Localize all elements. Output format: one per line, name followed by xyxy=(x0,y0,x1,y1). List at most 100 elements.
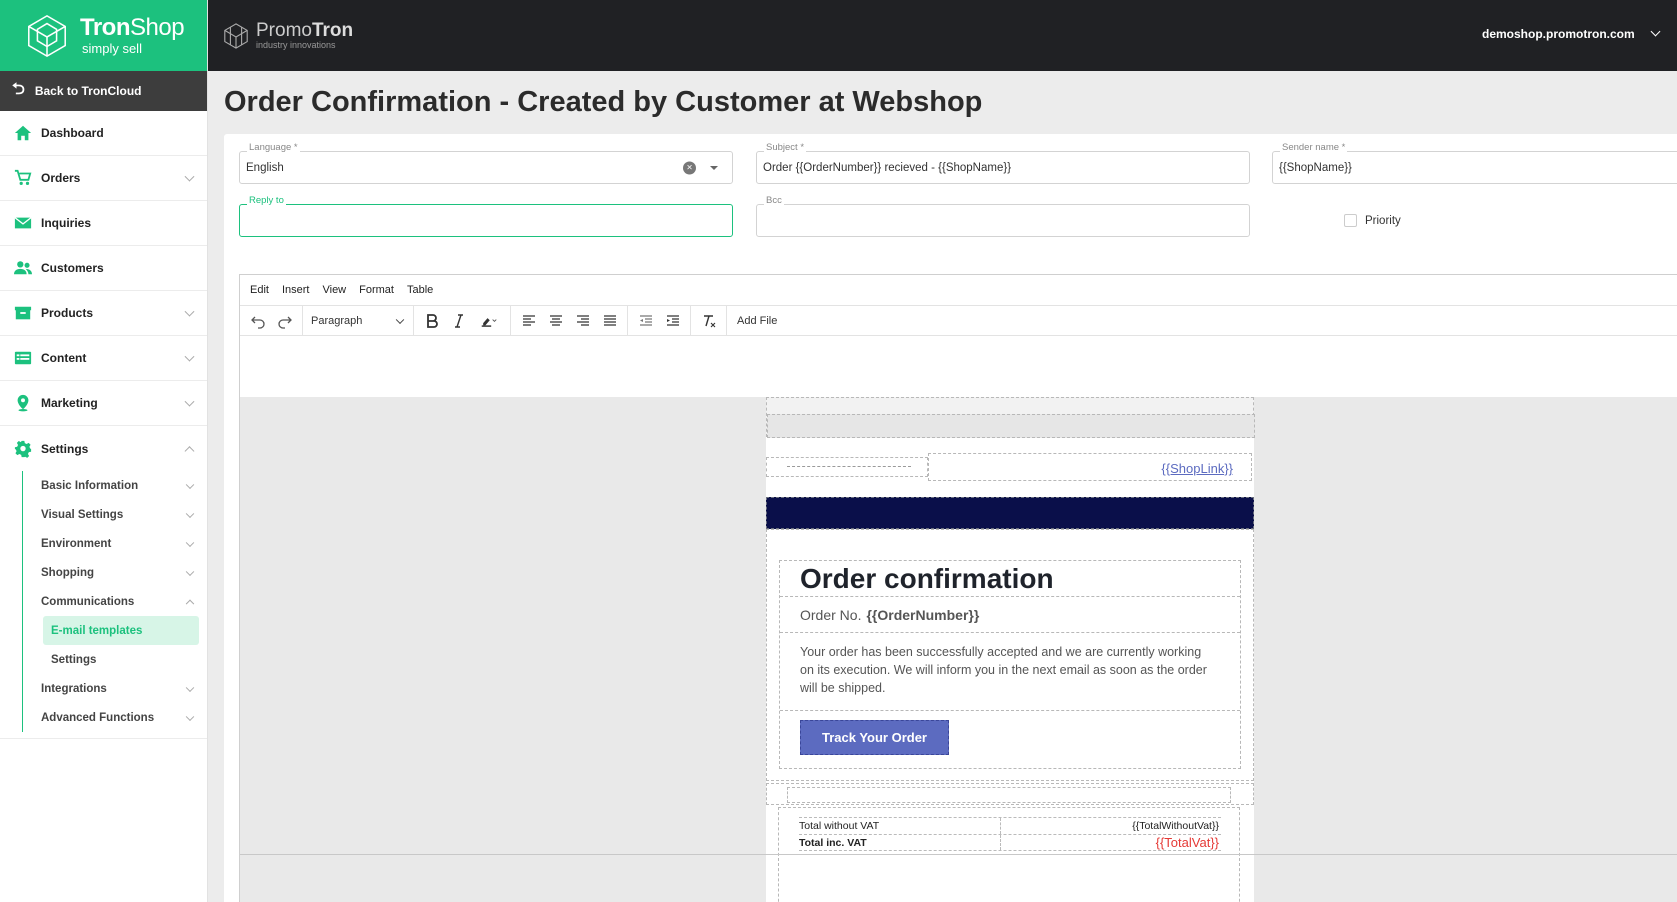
promotron-name-light: Promo xyxy=(256,20,312,41)
domain-label: demoshop.promotron.com xyxy=(1481,27,1635,41)
chevron-down-icon xyxy=(184,306,195,317)
email-logo-cell xyxy=(766,457,928,477)
subject-label: Subject * xyxy=(764,142,807,153)
chevron-down-icon xyxy=(395,315,405,324)
box-icon xyxy=(13,303,33,323)
sidebar: TronShop simply sell ⮌ Back to TronCloud… xyxy=(0,0,208,902)
subject-field[interactable]: Order {{OrderNumber}} recieved - {{ShopN… xyxy=(756,142,1250,184)
promotron-cube-icon xyxy=(224,22,248,49)
align-right-icon[interactable] xyxy=(569,309,596,333)
envelope-icon xyxy=(13,213,33,233)
sidebar-item-customers[interactable]: Customers xyxy=(0,246,207,291)
sidebar-subitem-integrations[interactable]: Integrations xyxy=(23,674,207,703)
sidebar-item-products[interactable]: Products xyxy=(0,291,207,336)
reply-to-label: Reply to xyxy=(247,195,286,206)
sidebar-item-settings[interactable]: Settings xyxy=(0,426,207,471)
sidebar-subitem-shopping[interactable]: Shopping xyxy=(23,558,207,587)
menu-table[interactable]: Table xyxy=(407,284,433,296)
sidebar-item-dashboard[interactable]: Dashboard xyxy=(0,111,207,156)
chevron-down-icon xyxy=(184,396,195,407)
back-to-troncloud-button[interactable]: ⮌ Back to TronCloud xyxy=(0,71,207,111)
sidebar-item-content[interactable]: Content xyxy=(0,336,207,381)
priority-label: Priority xyxy=(1365,214,1401,227)
block-format-select[interactable]: Paragraph xyxy=(307,309,409,333)
undo-icon[interactable] xyxy=(244,309,271,333)
email-heading: Order confirmation xyxy=(800,562,1054,594)
sidebar-subitem-communication-settings[interactable]: Settings xyxy=(43,645,207,674)
priority-checkbox[interactable]: Priority xyxy=(1344,214,1401,227)
settings-section: Settings Basic Information Visual Settin… xyxy=(0,426,207,739)
chevron-down-icon xyxy=(184,351,195,362)
menu-view[interactable]: View xyxy=(322,284,346,296)
redo-icon[interactable] xyxy=(271,309,298,333)
gear-icon xyxy=(13,439,33,459)
totals-row: Total inc. VAT {{TotalVat}} xyxy=(799,834,1221,851)
shop-link[interactable]: {{ShopLink}} xyxy=(1161,461,1233,476)
email-content-table: Order confirmation Order No. {{OrderNumb… xyxy=(779,560,1241,769)
subject-value: Order {{OrderNumber}} recieved - {{ShopN… xyxy=(763,161,1012,174)
editor-toolbar: Paragraph Add File xyxy=(240,306,1677,336)
bold-icon[interactable] xyxy=(418,309,445,333)
clear-formatting-icon[interactable] xyxy=(695,309,722,333)
sidebar-item-marketing[interactable]: Marketing xyxy=(0,381,207,426)
sidebar-item-inquiries[interactable]: Inquiries xyxy=(0,201,207,246)
dropdown-arrow-icon[interactable] xyxy=(710,165,718,170)
bcc-field[interactable]: Bcc xyxy=(756,195,1250,237)
sender-name-field[interactable]: {{ShopName}} Sender name * xyxy=(1272,142,1677,184)
chevron-down-icon xyxy=(185,567,195,576)
totals-value: {{TotalWithoutVat}} xyxy=(1132,820,1219,832)
highlight-color-icon[interactable] xyxy=(472,309,506,333)
align-center-icon[interactable] xyxy=(542,309,569,333)
sidebar-subitem-label: Settings xyxy=(51,653,97,666)
sender-name-value: {{ShopName}} xyxy=(1279,161,1352,174)
sidebar-item-label: Orders xyxy=(41,171,81,185)
template-editor-card: English × Language * Order {{OrderNumber… xyxy=(224,134,1677,902)
promotron-logo[interactable]: PromoTron industry innovations xyxy=(222,21,353,50)
sidebar-subitem-communications[interactable]: Communications xyxy=(23,587,207,616)
sidebar-item-label: Customers xyxy=(41,261,104,275)
back-label: Back to TronCloud xyxy=(34,84,142,98)
order-no-value: {{OrderNumber}} xyxy=(866,606,980,623)
users-icon xyxy=(13,258,33,278)
sender-name-label: Sender name * xyxy=(1280,142,1348,153)
menu-insert[interactable]: Insert xyxy=(282,284,310,296)
indent-icon[interactable] xyxy=(659,309,686,333)
align-justify-icon[interactable] xyxy=(596,309,623,333)
page-title: Order Confirmation - Created by Customer… xyxy=(224,86,983,118)
language-field[interactable]: English × Language * xyxy=(239,142,733,184)
sidebar-subitem-advanced-functions[interactable]: Advanced Functions xyxy=(23,703,207,732)
menu-edit[interactable]: Edit xyxy=(250,284,269,296)
add-file-button[interactable]: Add File xyxy=(727,315,777,327)
sidebar-subitem-email-templates[interactable]: E-mail templates xyxy=(43,616,199,645)
sidebar-subitem-label: E-mail templates xyxy=(51,624,143,637)
email-main-block: Order confirmation Order No. {{OrderNumb… xyxy=(766,529,1254,781)
bcc-label: Bcc xyxy=(764,195,784,206)
chevron-down-icon xyxy=(185,480,195,489)
sidebar-item-label: Products xyxy=(41,306,94,320)
domain-selector[interactable]: demoshop.promotron.com xyxy=(1481,26,1661,41)
sidebar-subitem-label: Communications xyxy=(41,595,135,608)
language-value: English xyxy=(246,161,284,174)
sidebar-subitem-label: Shopping xyxy=(41,566,95,579)
sidebar-subitem-environment[interactable]: Environment xyxy=(23,529,207,558)
tronshop-logo[interactable]: TronShop simply sell xyxy=(0,0,207,71)
totals-label: Total without VAT xyxy=(799,818,1001,834)
checkbox-box[interactable] xyxy=(1344,214,1357,227)
menu-format[interactable]: Format xyxy=(359,284,394,296)
sidebar-item-label: Marketing xyxy=(41,396,98,410)
italic-icon[interactable] xyxy=(445,309,472,333)
sidebar-subitem-visual-settings[interactable]: Visual Settings xyxy=(23,500,207,529)
chevron-down-icon xyxy=(185,683,195,692)
sidebar-item-orders[interactable]: Orders xyxy=(0,156,207,201)
editor-content-area[interactable]: {{ShopLink}} Order confirmation Order No… xyxy=(240,397,1677,902)
align-left-icon[interactable] xyxy=(515,309,542,333)
chevron-down-icon xyxy=(185,509,195,518)
clear-icon[interactable]: × xyxy=(683,161,696,174)
chevron-down-icon xyxy=(185,538,195,547)
sidebar-item-label: Content xyxy=(41,351,87,365)
track-order-button[interactable]: Track Your Order xyxy=(800,720,949,755)
email-spacer-block xyxy=(766,783,1254,805)
outdent-icon[interactable] xyxy=(632,309,659,333)
sidebar-subitem-basic-information[interactable]: Basic Information xyxy=(23,471,207,500)
reply-to-field[interactable]: Reply to xyxy=(239,195,733,237)
